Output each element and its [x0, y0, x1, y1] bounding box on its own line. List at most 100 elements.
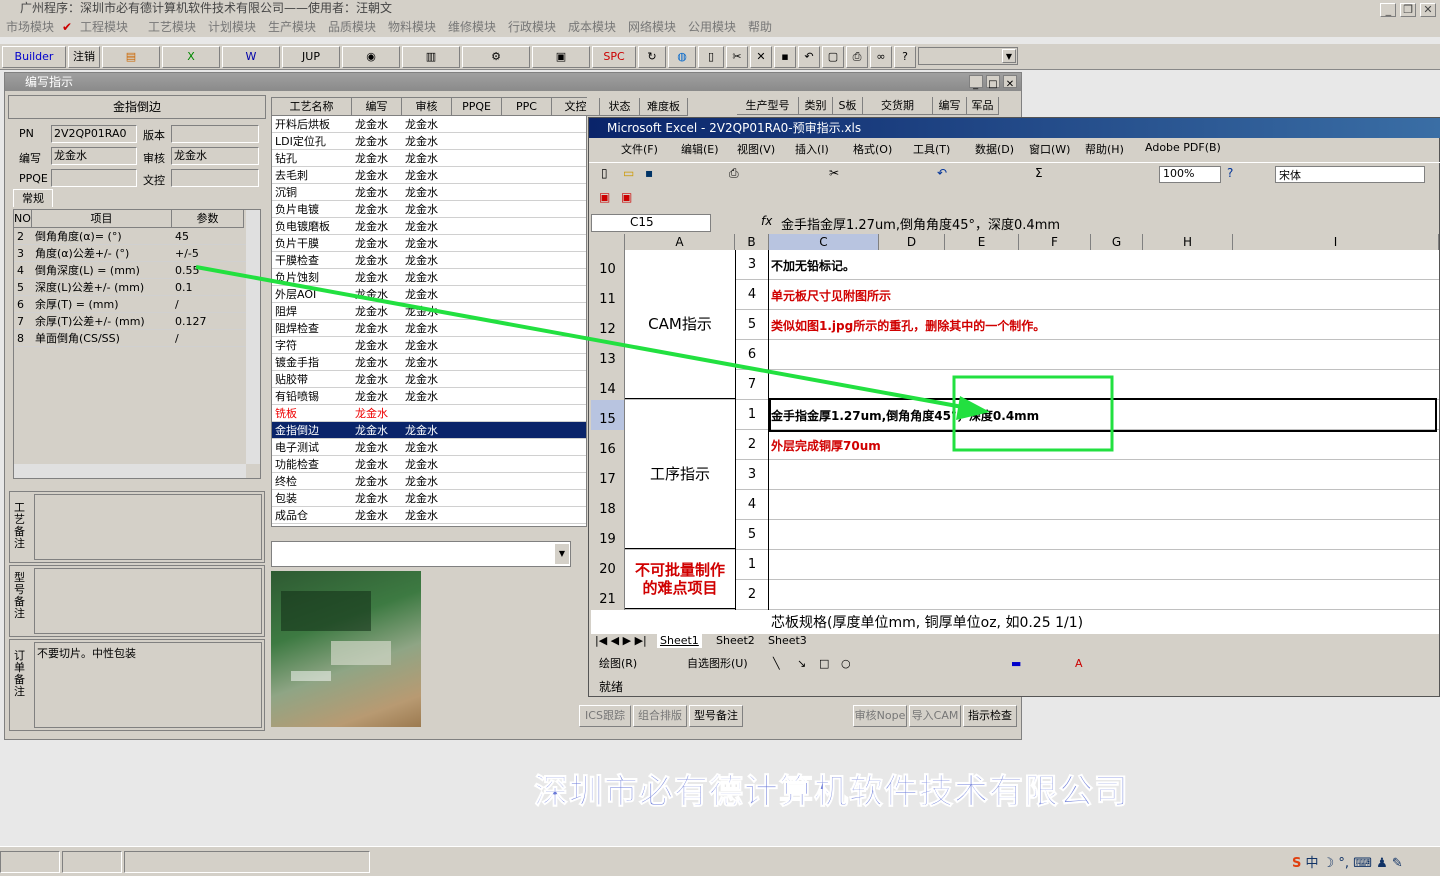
- zoom-select[interactable]: 100%: [1159, 166, 1221, 183]
- combine-layout-button[interactable]: 组合排版: [633, 705, 687, 727]
- excel-menu-2[interactable]: 视图(V): [737, 141, 775, 157]
- win-maximize-button[interactable]: □: [985, 75, 1000, 90]
- ppqe-field[interactable]: [51, 169, 137, 187]
- column-header-I[interactable]: I: [1233, 234, 1439, 250]
- save-icon[interactable]: ▪: [645, 166, 653, 180]
- column-header-A[interactable]: A: [625, 234, 735, 250]
- excel-menu-5[interactable]: 工具(T): [913, 141, 950, 157]
- params-row[interactable]: 7 余厚(T)公差+/- (mm) 0.127: [14, 313, 246, 330]
- line-icon[interactable]: ╲: [773, 654, 780, 674]
- win-close-button[interactable]: ✕: [1003, 75, 1017, 90]
- font-select[interactable]: 宋体: [1275, 166, 1425, 183]
- spc-button[interactable]: SPC: [592, 46, 636, 68]
- process-row[interactable]: 沉铜 龙金水 龙金水: [272, 184, 586, 201]
- eye-icon[interactable]: ◉: [342, 46, 400, 68]
- process-row[interactable]: 负片电镀 龙金水 龙金水: [272, 201, 586, 218]
- process-row[interactable]: LDI定位孔 龙金水 龙金水: [272, 133, 586, 150]
- process-row[interactable]: 去毛刺 龙金水 龙金水: [272, 167, 586, 184]
- row-number[interactable]: 17: [591, 460, 625, 490]
- restore-button[interactable]: ❐: [1400, 3, 1417, 17]
- process-row[interactable]: 电子测试 龙金水 龙金水: [272, 439, 586, 456]
- text-control-field[interactable]: [171, 169, 259, 187]
- cell-b[interactable]: 5: [735, 520, 769, 550]
- undo-icon[interactable]: ↶: [937, 166, 947, 180]
- excel-menu-1[interactable]: 编辑(E): [681, 141, 719, 157]
- report-icon[interactable]: ▤: [102, 46, 160, 68]
- process-row[interactable]: 终检 龙金水 龙金水: [272, 473, 586, 490]
- process-header-7[interactable]: 难度板: [640, 98, 688, 116]
- process-row[interactable]: 负电镀磨板 龙金水 龙金水: [272, 218, 586, 235]
- win-minimize-button[interactable]: _: [968, 75, 983, 90]
- params-row[interactable]: 5 深度(L)公差+/- (mm) 0.1: [14, 279, 246, 296]
- params-scrollbar[interactable]: [246, 210, 260, 464]
- sheet-tab-3[interactable]: Sheet3: [765, 634, 810, 648]
- help-icon[interactable]: ?: [894, 46, 916, 68]
- excel-menu-8[interactable]: 帮助(H): [1085, 141, 1124, 157]
- menu-material[interactable]: 物料模块: [388, 17, 436, 37]
- row-number[interactable]: 13: [591, 340, 625, 370]
- menu-repair[interactable]: 维修模块: [448, 17, 496, 37]
- cell-b[interactable]: 2: [735, 580, 769, 610]
- import-cam-button[interactable]: 导入CAM: [909, 705, 961, 727]
- cell-c[interactable]: [771, 580, 1435, 610]
- excel-menu-9[interactable]: Adobe PDF(B): [1145, 141, 1221, 154]
- cell-b[interactable]: 4: [735, 280, 769, 310]
- globe-icon[interactable]: ◍: [668, 46, 696, 68]
- process-row[interactable]: 功能检查 龙金水 龙金水: [272, 456, 586, 473]
- process-row[interactable]: 镀金手指 龙金水 龙金水: [272, 354, 586, 371]
- version-field[interactable]: [171, 125, 259, 143]
- sheet-nav-icon[interactable]: |◀ ◀ ▶ ▶|: [595, 634, 647, 648]
- process-notes-field[interactable]: [34, 494, 262, 560]
- process-row[interactable]: 有铅喷锡 龙金水 龙金水: [272, 388, 586, 405]
- process-row[interactable]: 包装 龙金水 龙金水: [272, 490, 586, 507]
- new-icon[interactable]: ▯: [698, 46, 724, 68]
- printer-icon[interactable]: ▣: [532, 46, 590, 68]
- params-row[interactable]: 6 余厚(T) = (mm) /: [14, 296, 246, 313]
- save-icon[interactable]: ▪: [774, 46, 796, 68]
- print-icon[interactable]: ⎙: [846, 46, 868, 68]
- cell-c[interactable]: [771, 460, 1435, 490]
- cell-c[interactable]: [771, 340, 1435, 370]
- instruction-check-button[interactable]: 指示检查: [963, 705, 1017, 727]
- column-header-G[interactable]: G: [1091, 234, 1143, 250]
- column-header-D[interactable]: D: [879, 234, 945, 250]
- process-row[interactable]: 外层AOI 龙金水 龙金水: [272, 286, 586, 303]
- cell-c[interactable]: 金手指金厚1.27um,倒角角度45°，深度0.4mm: [769, 398, 1437, 432]
- menu-quality[interactable]: 品质模块: [328, 17, 376, 37]
- database-icon[interactable]: ▥: [402, 46, 460, 68]
- formula-bar[interactable]: 金手指金厚1.27um,倒角角度45°，深度0.4mm: [781, 214, 1439, 233]
- ime-toolbar[interactable]: S 中 ☽ °, ⌨ ♟ ✎: [1292, 852, 1438, 872]
- column-header-H[interactable]: H: [1143, 234, 1233, 250]
- process-row[interactable]: 字符 龙金水 龙金水: [272, 337, 586, 354]
- binoculars-icon[interactable]: ∞: [870, 46, 892, 68]
- row-number[interactable]: 21: [591, 580, 625, 610]
- cell-c[interactable]: 不加无铅标记。: [771, 250, 1435, 280]
- process-row[interactable]: 阻焊检查 龙金水 龙金水: [272, 320, 586, 337]
- cell-a-group[interactable]: CAM指示: [625, 250, 735, 399]
- process-header-6[interactable]: 状态: [600, 98, 640, 116]
- row-number[interactable]: 20: [591, 550, 625, 580]
- process-row[interactable]: 负片蚀刻 龙金水 龙金水: [272, 269, 586, 286]
- font-color-icon[interactable]: A: [1075, 654, 1083, 674]
- logout-button[interactable]: 注销: [68, 46, 100, 68]
- toolbar-dropdown[interactable]: ▼: [918, 47, 1018, 65]
- row-number[interactable]: 19: [591, 520, 625, 550]
- row-number[interactable]: 18: [591, 490, 625, 520]
- cell-c[interactable]: 类似如图1.jpg所示的重孔，删除其中的一个制作。: [771, 310, 1435, 340]
- autoshape-menu[interactable]: 自选图形(U): [687, 654, 748, 674]
- process-row[interactable]: 阻焊 龙金水 龙金水: [272, 303, 586, 320]
- minimize-button[interactable]: _: [1380, 3, 1397, 17]
- menu-help[interactable]: 帮助: [748, 17, 772, 37]
- cell-b[interactable]: 3: [735, 250, 769, 280]
- cell-c[interactable]: [771, 520, 1435, 550]
- process-row[interactable]: 干膜检查 龙金水 龙金水: [272, 252, 586, 269]
- row-number[interactable]: 12: [591, 310, 625, 340]
- line-color-icon[interactable]: ▬: [1011, 654, 1021, 674]
- process-header-1[interactable]: 编写: [352, 98, 402, 116]
- cell-c[interactable]: [771, 490, 1435, 520]
- process-header-0[interactable]: 工艺名称: [272, 98, 352, 116]
- sheet-tab-2[interactable]: Sheet2: [713, 634, 758, 648]
- excel-menu-7[interactable]: 窗口(W): [1029, 141, 1070, 157]
- excel-icon[interactable]: X: [162, 46, 220, 68]
- delete-icon[interactable]: ✕: [750, 46, 772, 68]
